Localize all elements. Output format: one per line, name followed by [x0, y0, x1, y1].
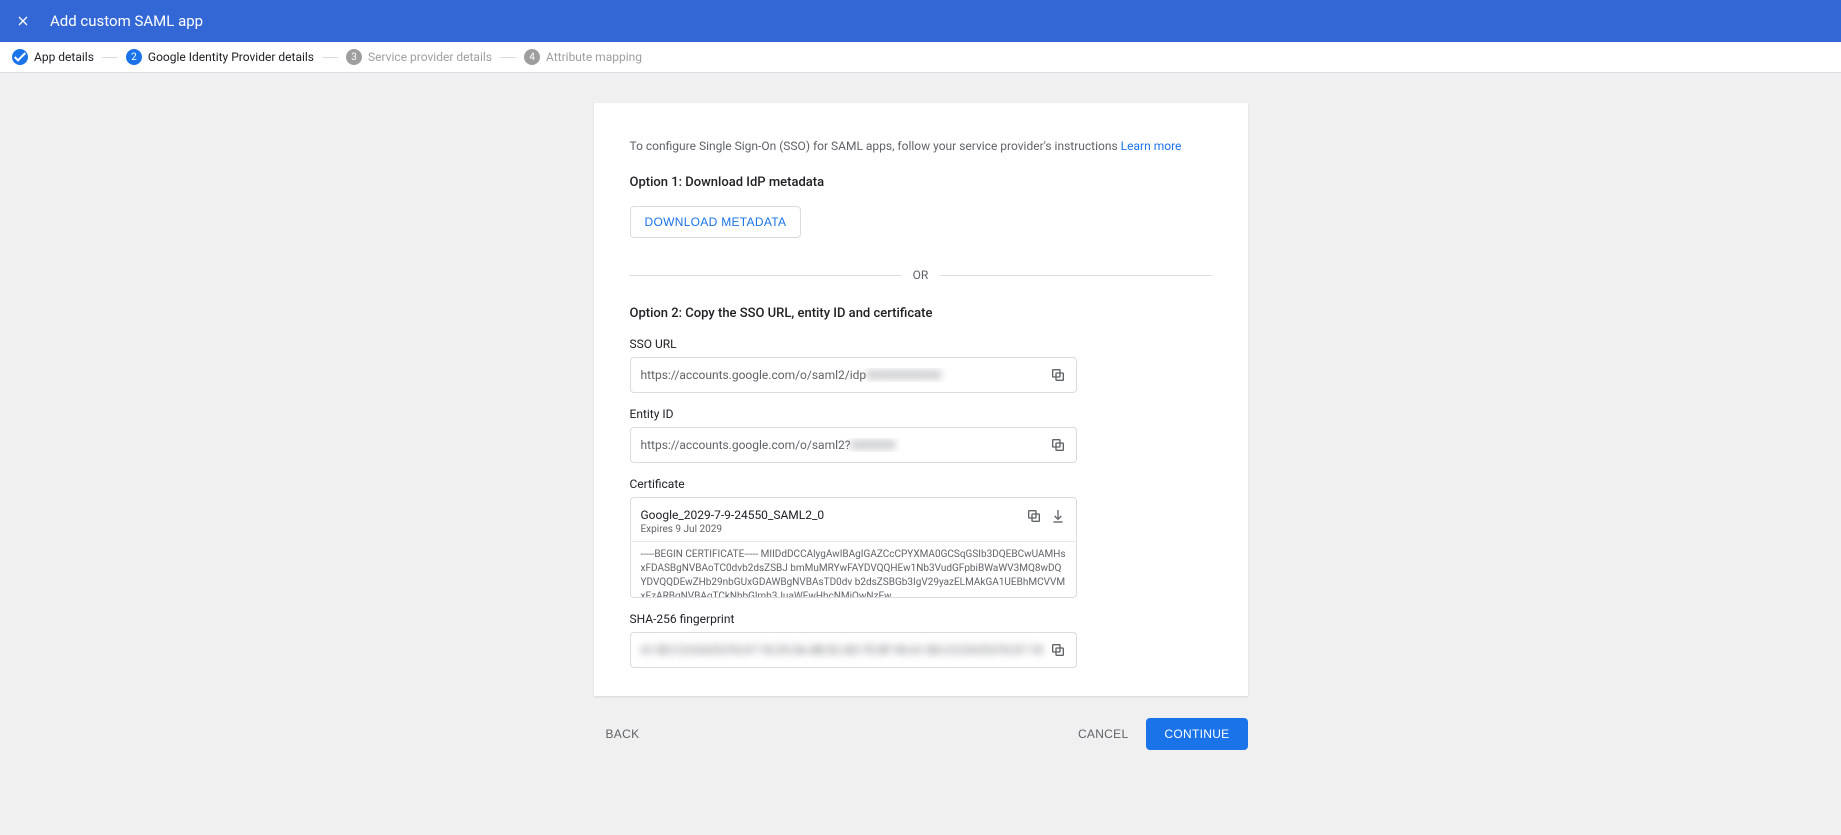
entity-id-text: https://accounts.google.com/o/saml2?: [641, 438, 851, 452]
sha-label: SHA-256 fingerprint: [630, 612, 1212, 626]
sso-url-text: https://accounts.google.com/o/saml2/idp: [641, 368, 867, 382]
step-label: Service provider details: [368, 50, 492, 64]
certificate-box: Google_2029-7-9-24550_SAML2_0 Expires 9 …: [630, 497, 1077, 598]
step-number: 3: [346, 49, 362, 65]
learn-more-link[interactable]: Learn more: [1121, 139, 1182, 153]
download-icon[interactable]: [1050, 508, 1066, 524]
step-label: App details: [34, 50, 94, 64]
step-divider: [500, 57, 516, 58]
sha-value: A1:B2:C3:D4:E5:F6:07:18:29:3A:4B:5C:6D:7…: [641, 643, 1042, 657]
divider-line: [630, 275, 901, 276]
back-button[interactable]: BACK: [594, 719, 652, 749]
step-label: Google Identity Provider details: [148, 50, 314, 64]
main-area: To configure Single Sign-On (SSO) for SA…: [0, 73, 1841, 750]
option1-heading: Option 1: Download IdP metadata: [630, 175, 1212, 190]
copy-icon[interactable]: [1050, 642, 1066, 658]
copy-icon[interactable]: [1050, 367, 1066, 383]
entity-id-field: https://accounts.google.com/o/saml2?XXXX…: [630, 427, 1077, 463]
step-number: 4: [524, 49, 540, 65]
entity-id-value: https://accounts.google.com/o/saml2?XXXX…: [641, 438, 1042, 452]
step-app-details[interactable]: App details: [12, 49, 94, 65]
sso-url-label: SSO URL: [630, 337, 1212, 351]
certificate-label: Certificate: [630, 477, 1212, 491]
step-number: 2: [126, 49, 142, 65]
sso-url-value: https://accounts.google.com/o/saml2/idpX…: [641, 368, 1042, 382]
sso-url-field: https://accounts.google.com/o/saml2/idpX…: [630, 357, 1077, 393]
certificate-expires: Expires 9 Jul 2029: [641, 524, 1018, 535]
step-attr-mapping[interactable]: 4 Attribute mapping: [524, 49, 642, 65]
option2-heading: Option 2: Copy the SSO URL, entity ID an…: [630, 306, 1212, 321]
step-idp-details[interactable]: 2 Google Identity Provider details: [126, 49, 314, 65]
certificate-body[interactable]: -----BEGIN CERTIFICATE----- MIIDdDCCAlyg…: [631, 541, 1076, 597]
step-sp-details[interactable]: 3 Service provider details: [346, 49, 492, 65]
continue-button[interactable]: CONTINUE: [1146, 718, 1247, 750]
sso-url-redacted: XXXXXXXXXX: [866, 368, 941, 382]
app-header: Add custom SAML app: [0, 0, 1841, 42]
certificate-name: Google_2029-7-9-24550_SAML2_0: [641, 508, 1018, 522]
entity-id-redacted: XXXXXX: [850, 438, 895, 452]
divider: OR: [630, 268, 1212, 282]
step-label: Attribute mapping: [546, 50, 642, 64]
divider-line: [940, 275, 1211, 276]
close-icon[interactable]: [14, 12, 32, 30]
copy-icon[interactable]: [1050, 437, 1066, 453]
download-metadata-button[interactable]: DOWNLOAD METADATA: [630, 206, 802, 238]
page-title: Add custom SAML app: [50, 12, 203, 30]
sha-field: A1:B2:C3:D4:E5:F6:07:18:29:3A:4B:5C:6D:7…: [630, 632, 1077, 668]
card: To configure Single Sign-On (SSO) for SA…: [594, 103, 1248, 696]
stepper: App details 2 Google Identity Provider d…: [0, 42, 1841, 73]
footer: BACK CANCEL CONTINUE: [594, 696, 1248, 750]
step-divider: [102, 57, 118, 58]
cancel-button[interactable]: CANCEL: [1066, 718, 1140, 750]
entity-id-label: Entity ID: [630, 407, 1212, 421]
copy-icon[interactable]: [1026, 508, 1042, 524]
check-icon: [12, 49, 28, 65]
divider-text: OR: [901, 268, 941, 282]
intro-text: To configure Single Sign-On (SSO) for SA…: [630, 139, 1212, 153]
step-divider: [322, 57, 338, 58]
intro-copy: To configure Single Sign-On (SSO) for SA…: [630, 139, 1121, 153]
